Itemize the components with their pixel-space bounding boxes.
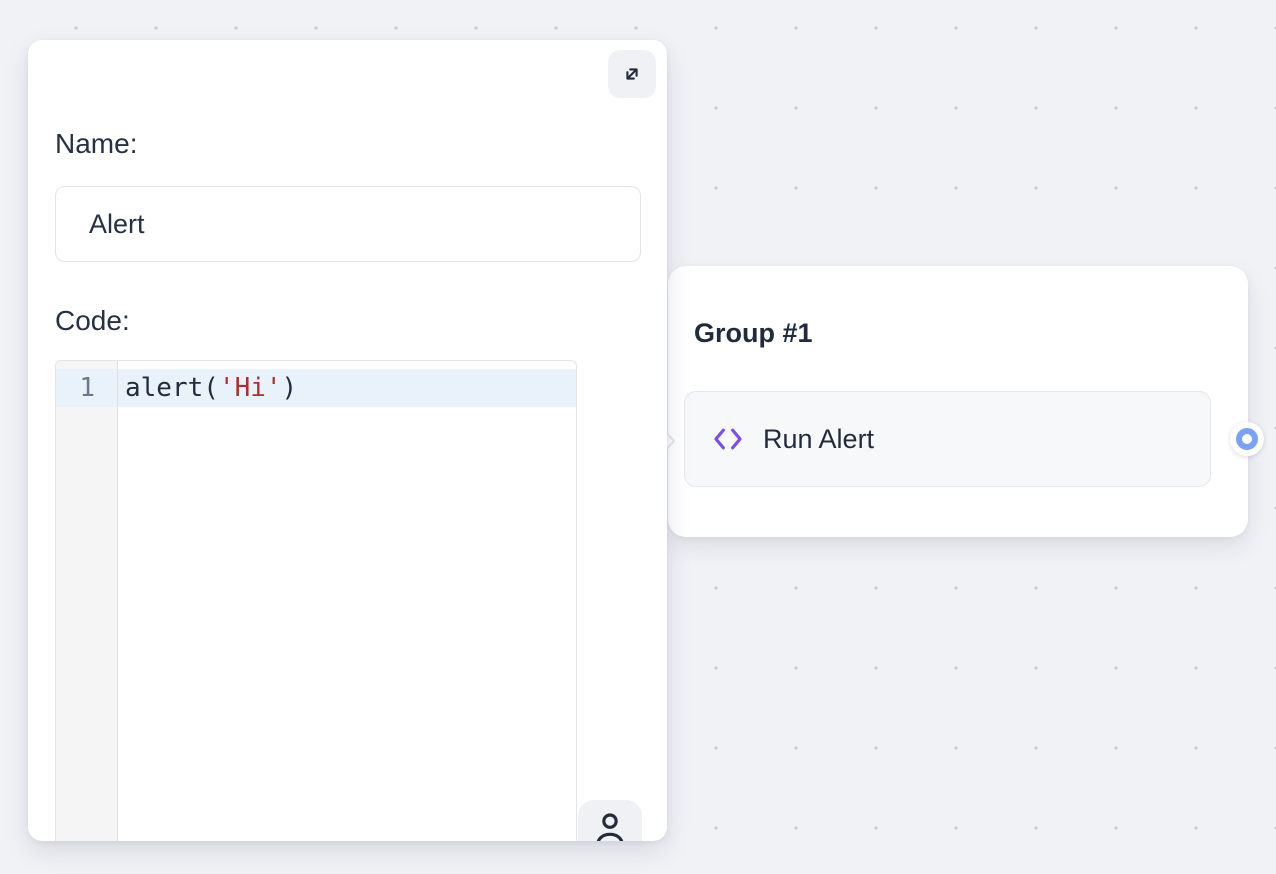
node-label: Run Alert bbox=[763, 424, 874, 455]
group-title: Group #1 bbox=[694, 316, 813, 350]
line-number: 1 bbox=[56, 369, 117, 407]
code-token: alert( bbox=[125, 373, 219, 403]
name-field-label: Name: bbox=[55, 126, 137, 162]
flow-node-run-alert[interactable]: Run Alert bbox=[684, 391, 1211, 487]
output-handle-ring bbox=[1236, 428, 1258, 450]
code-editor-gutter: 1 bbox=[56, 361, 118, 841]
code-token: ) bbox=[282, 373, 298, 403]
group-card[interactable]: Group #1 Run Alert bbox=[668, 266, 1248, 537]
code-field-label: Code: bbox=[55, 303, 130, 339]
expand-diagonal-arrows-icon bbox=[620, 62, 644, 86]
flow-editor-canvas[interactable]: Group #1 Run Alert Name: Code: bbox=[0, 0, 1276, 874]
person-icon bbox=[590, 809, 630, 841]
code-brackets-icon bbox=[712, 426, 744, 452]
code-editor[interactable]: 1 alert('Hi') bbox=[55, 360, 577, 841]
group-output-handle[interactable] bbox=[1230, 422, 1264, 456]
node-editor-panel: Name: Code: 1 alert('Hi') bbox=[28, 40, 667, 841]
code-editor-content[interactable]: alert('Hi') bbox=[118, 361, 576, 841]
code-line[interactable]: alert('Hi') bbox=[118, 369, 576, 407]
user-button[interactable] bbox=[578, 800, 642, 841]
code-token: 'Hi' bbox=[219, 373, 282, 403]
name-input[interactable] bbox=[55, 186, 641, 262]
expand-panel-button[interactable] bbox=[608, 50, 656, 98]
